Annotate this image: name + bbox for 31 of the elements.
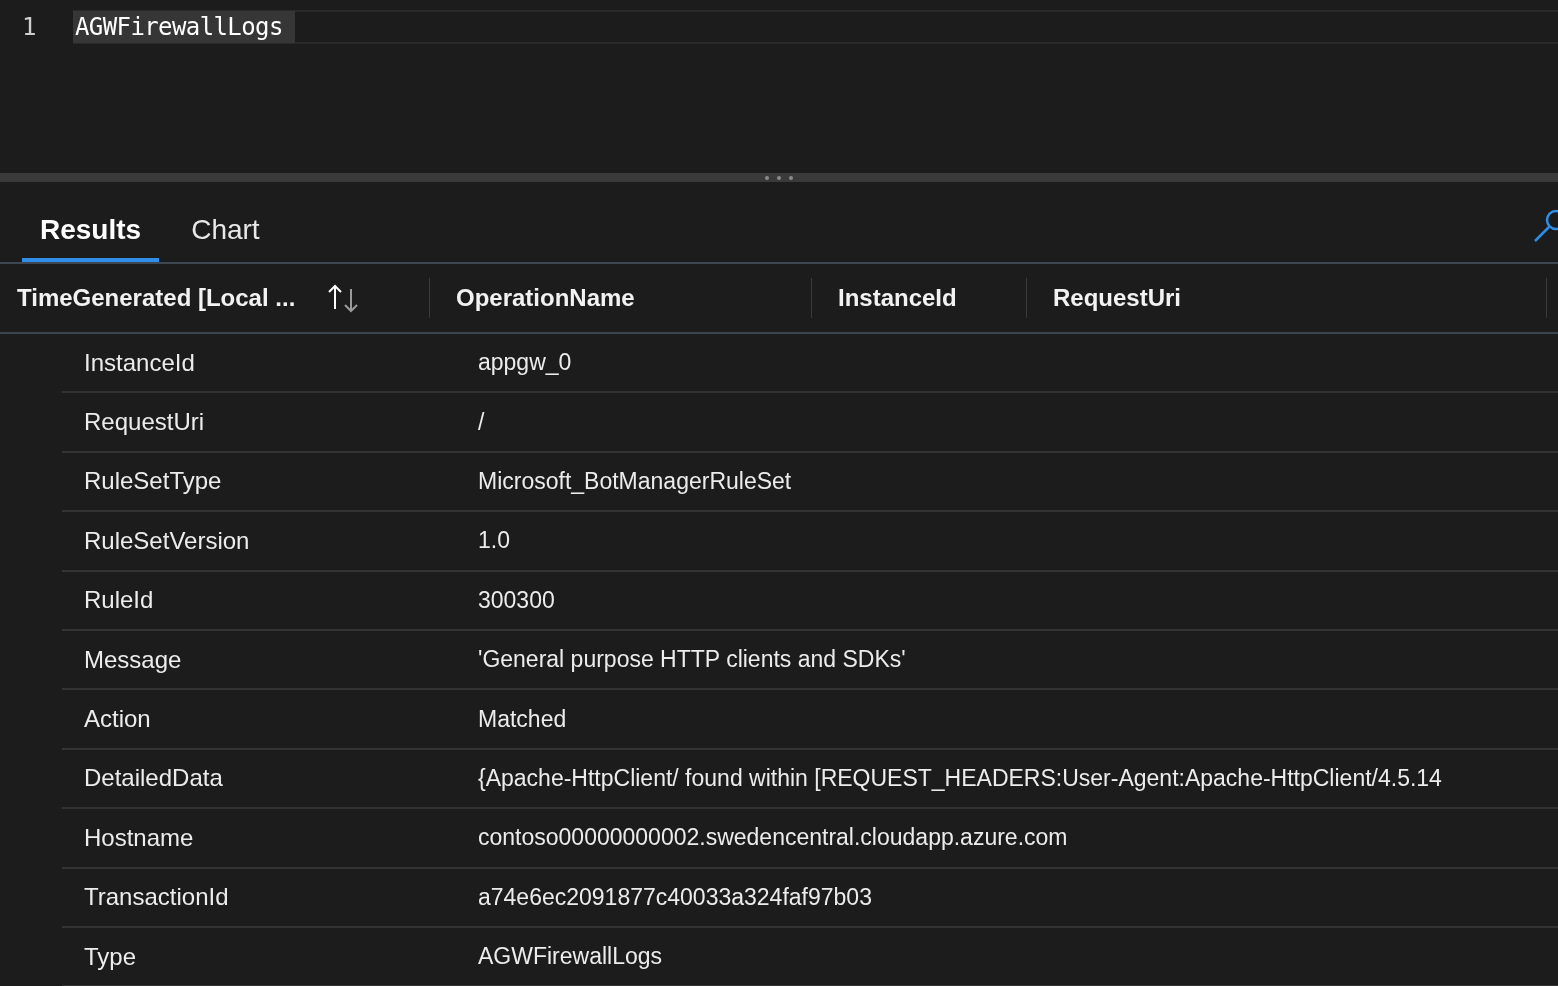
tab[interactable]: Chart <box>173 214 278 262</box>
field-value: 'General purpose HTTP clients and SDKs' <box>478 646 906 674</box>
field-name: RequestUri <box>83 408 206 437</box>
column-header[interactable]: OperationName <box>456 284 635 312</box>
field-name: Action <box>83 705 152 734</box>
query-text[interactable]: AGWFirewallLogs <box>73 11 295 43</box>
field-value: a74e6ec2091877c40033a324faf97b03 <box>478 883 872 911</box>
field-name: RuleSetType <box>83 467 223 496</box>
field-value: {Apache-HttpClient/ found within [REQUEST_HEADERS:User-Agent:Apache-HttpClient/4.5.14 <box>478 764 1442 792</box>
tab[interactable]: Results <box>22 214 160 262</box>
field-value: / <box>478 408 485 436</box>
field-value: Microsoft_BotManagerRuleSet <box>478 467 792 495</box>
field-value: appgw_0 <box>478 349 572 377</box>
field-value: contoso00000000002.swedencentral.cloudapp.azure.com <box>478 824 1068 852</box>
field-name: RuleId <box>83 586 155 615</box>
drag-handle-icon[interactable] <box>764 174 794 181</box>
field-name: Message <box>83 645 183 674</box>
column-header[interactable]: TimeGenerated [Local ... <box>17 284 296 312</box>
field-value: 1.0 <box>478 527 510 555</box>
field-value: Matched <box>478 705 567 733</box>
line-number: 1 <box>21 13 38 41</box>
field-name: DetailedData <box>83 764 224 793</box>
column-header[interactable]: InstanceId <box>838 284 957 312</box>
field-value: AGWFirewallLogs <box>478 943 663 971</box>
field-value: 300300 <box>478 586 555 614</box>
field-name: TransactionId <box>83 883 230 912</box>
column-header[interactable]: RequestUri <box>1053 284 1182 312</box>
field-name: RuleSetVersion <box>83 526 251 555</box>
field-name: Type <box>83 942 138 971</box>
field-name: InstanceId <box>83 348 196 377</box>
field-name: Hostname <box>83 823 195 852</box>
